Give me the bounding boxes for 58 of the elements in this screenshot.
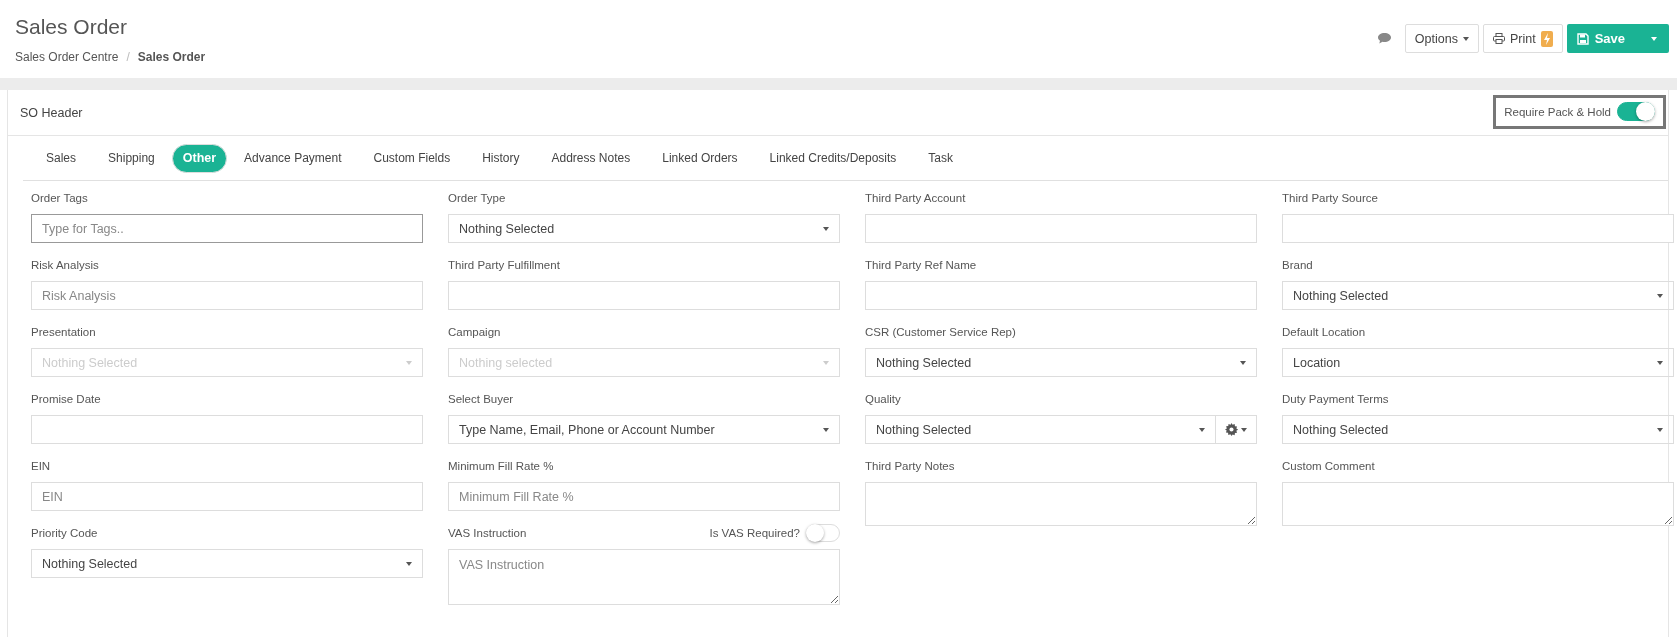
tab[interactable]: Advance Payment — [229, 144, 357, 172]
tab[interactable]: Shipping — [93, 144, 170, 172]
toggle-label: Require Pack & Hold — [1504, 105, 1611, 118]
text-area[interactable]: VAS Instruction — [448, 549, 840, 605]
field-label: CSR (Customer Service Rep) — [865, 326, 1016, 338]
save-dropdown-button[interactable] — [1639, 24, 1669, 53]
field-label: Brand — [1282, 259, 1313, 271]
tab[interactable]: Linked Orders — [647, 144, 753, 172]
select-dropdown[interactable]: Nothing Selected — [1282, 281, 1674, 310]
tab[interactable]: Linked Credits/Deposits — [754, 144, 912, 172]
panel-title: SO Header — [20, 105, 83, 120]
select-dropdown[interactable]: Nothing Selected — [865, 348, 1257, 377]
select-dropdown[interactable]: Nothing Selected — [1282, 415, 1674, 444]
page-title: Sales Order — [15, 15, 129, 39]
options-button[interactable]: Options — [1404, 24, 1479, 53]
settings-button[interactable] — [1215, 415, 1257, 444]
field-label: Priority Code — [31, 527, 98, 539]
field-label: Risk Analysis — [31, 259, 99, 271]
select-dropdown[interactable]: Nothing Selected — [865, 415, 1215, 444]
field-label: VAS Instruction — [448, 527, 527, 539]
print-button[interactable]: Print — [1482, 24, 1563, 53]
field-label: Custom Comment — [1282, 460, 1375, 472]
lightning-icon — [1540, 30, 1553, 47]
tab[interactable]: Task — [913, 144, 968, 172]
chat-icon[interactable] — [1377, 33, 1391, 44]
field-label: Order Type — [448, 192, 506, 204]
field-label: Third Party Notes — [865, 460, 955, 472]
field-label: Third Party Ref Name — [865, 259, 977, 271]
toggle-switch[interactable] — [1617, 102, 1655, 121]
select-dropdown[interactable]: Nothing Selected — [31, 549, 423, 578]
field-label: Duty Payment Terms — [1282, 393, 1389, 405]
breadcrumb-separator: / — [126, 50, 130, 64]
toggle-label: Is VAS Required? — [709, 527, 800, 539]
settings-icon — [1225, 423, 1238, 436]
field-label: Third Party Source — [1282, 192, 1378, 204]
field-label: Campaign — [448, 326, 501, 338]
tab[interactable]: Custom Fields — [358, 144, 466, 172]
printer-icon — [1492, 33, 1505, 44]
field-label: EIN — [31, 460, 51, 472]
text-area[interactable] — [865, 482, 1257, 526]
tab[interactable]: Sales — [31, 144, 92, 172]
breadcrumb-link[interactable]: Sales Order Centre — [15, 50, 119, 64]
field-label: Third Party Account — [865, 192, 966, 204]
input-field[interactable]: Type for Tags.. — [31, 214, 423, 243]
select-dropdown[interactable]: Type Name, Email, Phone or Account Number — [448, 415, 840, 444]
field-label: Minimum Fill Rate % — [448, 460, 554, 472]
field-label: Select Buyer — [448, 393, 514, 405]
select-dropdown[interactable]: Location — [1282, 348, 1674, 377]
field-label: Quality — [865, 393, 901, 405]
field-label: Promise Date — [31, 393, 101, 405]
tab[interactable]: Address Notes — [536, 144, 646, 172]
field-label: Third Party Fulfillment — [448, 259, 560, 271]
field-label: Presentation — [31, 326, 96, 338]
text-area[interactable] — [1282, 482, 1674, 526]
tab[interactable]: History — [467, 144, 535, 172]
field-label: Default Location — [1282, 326, 1366, 338]
select-dropdown[interactable]: Nothing Selected — [448, 214, 840, 243]
field-label: Order Tags — [31, 192, 88, 204]
